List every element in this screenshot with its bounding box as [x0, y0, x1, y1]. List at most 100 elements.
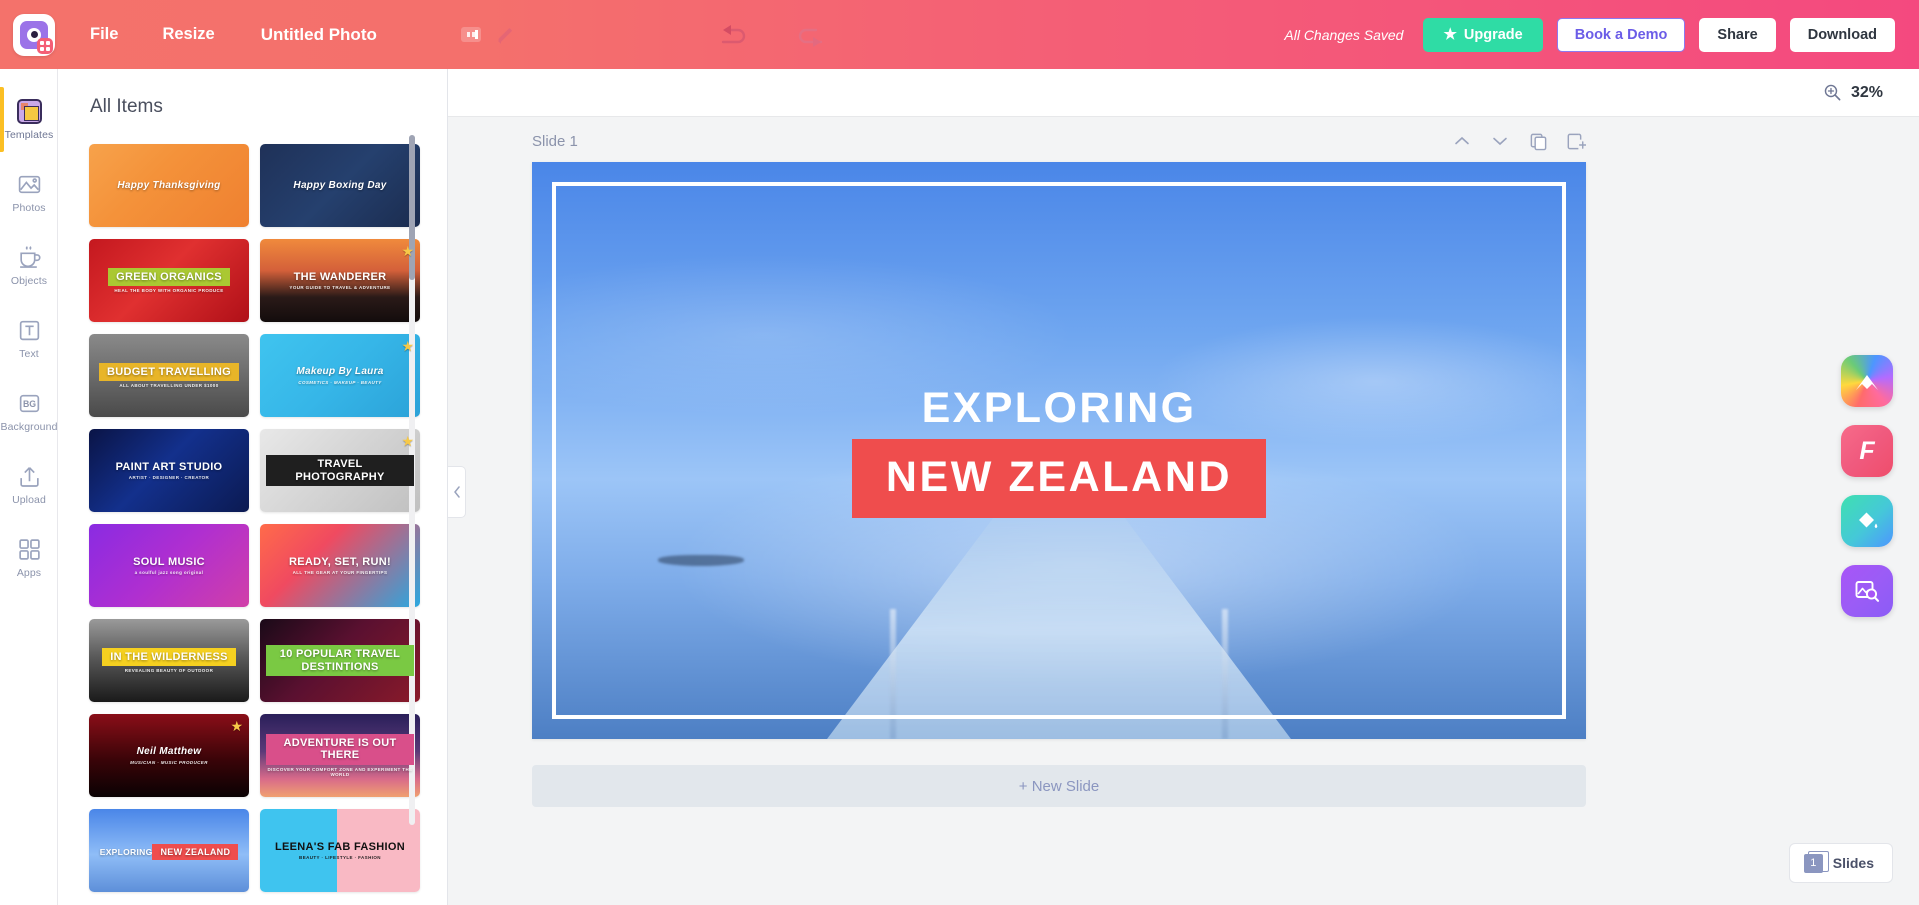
template-thumb[interactable]: SOUL MUSIC a soulful jazz song original — [89, 524, 249, 607]
menu-file[interactable]: File — [68, 0, 140, 69]
template-thumb[interactable]: ★ Neil Matthew MUSICIAN · MUSIC PRODUCER — [89, 714, 249, 797]
template-title: SOUL MUSIC — [133, 555, 205, 568]
template-subtitle: DISCOVER YOUR COMFORT ZONE AND EXPERIMEN… — [267, 766, 413, 778]
download-button[interactable]: Download — [1789, 17, 1895, 52]
text-icon — [16, 317, 42, 343]
template-subtitle: ARTIST · DESIGNER · CREATOR — [128, 475, 210, 481]
zoom-in-icon — [1824, 84, 1841, 101]
template-thumb[interactable]: LEENA'S FAB FASHION BEAUTY · LIFESTYLE · … — [260, 809, 420, 892]
quick-icons — [460, 26, 513, 44]
top-toolbar: File Resize Untitled Photo All Changes S… — [0, 0, 1919, 69]
document-title[interactable]: Untitled Photo — [237, 0, 399, 69]
undo-icon[interactable] — [718, 22, 750, 48]
template-thumb[interactable]: 10 POPULAR TRAVEL DESTINTIONS — [260, 619, 420, 702]
sidebar-item-apps[interactable]: Apps — [0, 521, 58, 594]
starred-icon: ★ — [401, 433, 414, 449]
collapse-panel-button[interactable] — [448, 466, 466, 518]
pencil-icon[interactable] — [495, 26, 513, 44]
sidebar-label-upload: Upload — [12, 494, 46, 506]
paint-bucket-icon — [1859, 512, 1878, 529]
move-up-icon[interactable] — [1452, 131, 1472, 151]
share-button[interactable]: Share — [1699, 17, 1776, 52]
slides-badge: 1 — [1803, 850, 1829, 873]
photos-icon — [16, 171, 42, 197]
book-demo-button[interactable]: Book a Demo — [1556, 17, 1686, 52]
template-thumb[interactable]: ADVENTURE IS OUT THERE DISCOVER YOUR COMF… — [260, 714, 420, 797]
floating-apps-toolbar: F — [1841, 355, 1893, 617]
sidebar-label-photos: Photos — [12, 202, 46, 214]
template-thumb[interactable]: READY, SET, RUN! ALL THE GEAR AT YOUR FIN… — [260, 524, 420, 607]
panel-title: All Items — [90, 96, 163, 117]
slides-count-button[interactable]: 1 Slides — [1788, 843, 1893, 883]
upload-icon — [16, 463, 42, 489]
sidebar-item-objects[interactable]: Objects — [0, 229, 58, 302]
template-subtitle: BEAUTY · LIFESTYLE · FASHION — [299, 855, 381, 861]
sidebar-label-templates: Templates — [4, 129, 54, 141]
template-title: ADVENTURE IS OUT THERE — [266, 733, 414, 765]
slide-canvas[interactable]: EXPLORING NEW ZEALAND — [532, 162, 1586, 739]
sidebar-label-objects: Objects — [10, 275, 48, 287]
menu-resize[interactable]: Resize — [140, 0, 236, 69]
fonts-app[interactable]: F — [1841, 425, 1893, 477]
templates-icon — [16, 98, 42, 124]
new-slide-button[interactable]: + New Slide — [532, 765, 1586, 807]
color-palette-app[interactable] — [1841, 355, 1893, 407]
template-thumb[interactable]: Happy Boxing Day — [260, 144, 420, 227]
topbar-actions: All Changes Saved ★ Upgrade Book a Demo … — [1284, 17, 1919, 52]
image-search-app[interactable] — [1841, 565, 1893, 617]
template-title: EXPLORING — [99, 846, 153, 857]
sidebar-item-photos[interactable]: Photos — [0, 156, 58, 229]
starred-icon: ★ — [230, 718, 243, 734]
app-logo[interactable] — [0, 0, 68, 69]
template-title: Makeup By Laura — [296, 366, 384, 378]
slide-subheading[interactable]: NEW ZEALAND — [851, 438, 1267, 518]
template-title: IN THE WILDERNESS — [102, 647, 236, 667]
fill-color-app[interactable] — [1841, 495, 1893, 547]
template-thumb[interactable]: Happy Thanksgiving — [89, 144, 249, 227]
slide-text-group[interactable]: EXPLORING NEW ZEALAND — [532, 162, 1586, 739]
sidebar-label-background: Background — [0, 421, 58, 433]
template-thumb[interactable]: GREEN ORGANICS HEAL THE BODY WITH ORGANIC… — [89, 239, 249, 322]
template-title: PAINT ART STUDIO — [115, 460, 223, 473]
template-title: THE WANDERER — [293, 270, 387, 283]
starred-icon: ★ — [401, 243, 414, 259]
slide-header: Slide 1 — [532, 131, 1586, 151]
templates-panel: All Items Happy Thanksgiving Happy Boxing… — [58, 69, 448, 905]
left-sidebar: Templates Photos Objects Text BG Backgro… — [0, 69, 58, 905]
add-slide-icon[interactable] — [1566, 131, 1586, 151]
template-thumb[interactable]: ★ THE WANDERER YOUR GUIDE TO TRAVEL & ADVE… — [260, 239, 420, 322]
slide-heading[interactable]: EXPLORING — [922, 384, 1197, 433]
template-thumb[interactable]: BUDGET TRAVELLING ALL ABOUT TRAVELLING UN… — [89, 334, 249, 417]
template-title: Happy Boxing Day — [293, 179, 387, 191]
redo-icon[interactable] — [794, 22, 826, 48]
template-title: BUDGET TRAVELLING — [98, 362, 240, 382]
app-logo-icon — [13, 13, 55, 56]
svg-text:BG: BG — [22, 399, 35, 409]
starred-icon: ★ — [401, 338, 414, 354]
template-subtitle: NEW ZEALAND — [152, 843, 239, 861]
sidebar-item-text[interactable]: Text — [0, 302, 58, 375]
slide-workspace: Slide 1 EXPLORING NEW ZEALAND + New Slid… — [448, 117, 1919, 905]
star-icon: ★ — [1443, 26, 1457, 43]
template-subtitle: YOUR GUIDE TO TRAVEL & ADVENTURE — [289, 285, 391, 291]
zoom-control[interactable]: 32% — [1823, 83, 1883, 102]
sidebar-item-background[interactable]: BG Background — [0, 375, 58, 448]
film-icon[interactable] — [460, 27, 481, 42]
sidebar-item-upload[interactable]: Upload — [0, 448, 58, 521]
template-subtitle: MUSICIAN · MUSIC PRODUCER — [130, 759, 208, 765]
template-thumb[interactable]: PAINT ART STUDIO ARTIST · DESIGNER · CREA… — [89, 429, 249, 512]
apps-icon — [16, 536, 42, 562]
slide-tools — [1452, 131, 1586, 151]
template-thumb[interactable]: EXPLORING NEW ZEALAND — [89, 809, 249, 892]
template-thumb[interactable]: ★ Makeup By Laura COSMETICS · MAKEUP · BEA… — [260, 334, 420, 417]
template-title: LEENA'S FAB FASHION — [275, 840, 405, 853]
sidebar-item-templates[interactable]: Templates — [0, 83, 58, 156]
template-subtitle: REVEALING BEAUTY OF OUTDOOR — [124, 668, 214, 674]
font-icon: F — [1859, 436, 1875, 465]
move-down-icon[interactable] — [1490, 131, 1510, 151]
template-thumb[interactable]: ★ TRAVEL PHOTOGRAPHY — [260, 429, 420, 512]
upgrade-button[interactable]: ★ Upgrade — [1423, 17, 1543, 52]
template-subtitle: HEAL THE BODY WITH ORGANIC PRODUCE — [114, 288, 224, 294]
duplicate-slide-icon[interactable] — [1528, 131, 1548, 151]
template-thumb[interactable]: IN THE WILDERNESS REVEALING BEAUTY OF OUT… — [89, 619, 249, 702]
